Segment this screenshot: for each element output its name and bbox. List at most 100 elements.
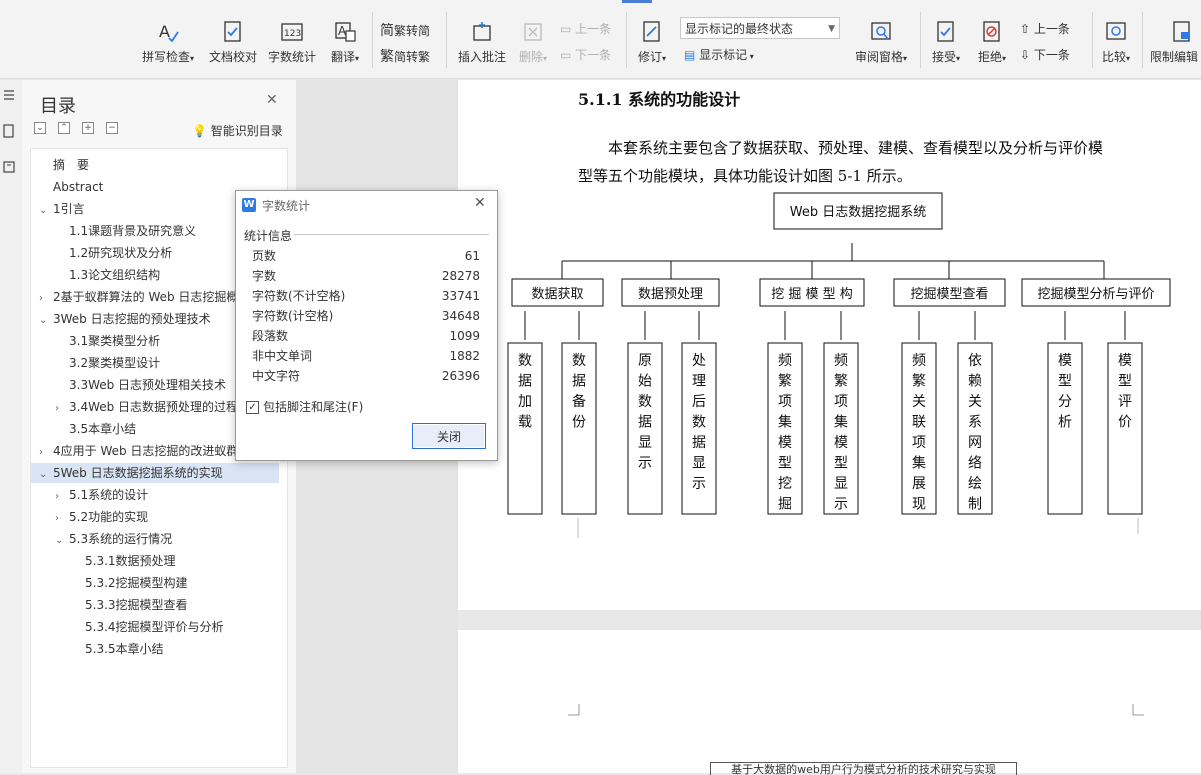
close-button[interactable]: 关闭 (412, 423, 486, 449)
toc-item[interactable]: 5.3.2挖掘模型构建 (71, 573, 279, 593)
restrict-edit-button[interactable]: 限制编辑 (1150, 20, 1201, 65)
toc-item[interactable]: 5.3.4挖掘模型评价与分析 (71, 617, 279, 637)
expand-all-icon[interactable]: ⌃ (58, 122, 70, 134)
prev-change-button[interactable]: ⇧ 上一条 (1020, 20, 1070, 37)
add-heading-icon[interactable]: + (82, 122, 94, 134)
submodule-char: 分 (1058, 394, 1072, 410)
toc-item[interactable]: ⌄ 5Web 日志数据挖掘系统的实现 (31, 463, 279, 483)
spellcheck-icon: A (159, 22, 179, 43)
close-icon[interactable]: ✕ (266, 92, 278, 108)
toc-item[interactable]: 摘 要 (39, 155, 279, 175)
chevron-right-icon[interactable]: › (55, 509, 69, 527)
lock-doc-icon (1173, 21, 1190, 42)
submodule-char: 评 (1118, 394, 1132, 410)
stat-row: 中文字符 26396 (252, 366, 480, 386)
submodule-char: 据 (692, 435, 706, 451)
t2s-icon: 简 (380, 23, 394, 39)
close-icon[interactable]: ✕ (474, 195, 486, 211)
toc-item-label: 5.3系统的运行情况 (69, 532, 173, 546)
compare-button[interactable]: 比较▾ (1098, 20, 1134, 65)
show-markup-button[interactable]: ▤ 显示标记 ▾ (684, 46, 754, 63)
stat-value: 26396 (441, 369, 480, 383)
toc-item[interactable]: ⌄ 5.3系统的运行情况 (55, 529, 279, 549)
toc-item[interactable]: 5.3.3挖掘模型查看 (71, 595, 279, 615)
doc-check-button[interactable]: 文档校对 (207, 20, 259, 65)
insert-comment-button[interactable]: 插入批注 (455, 20, 509, 65)
spellcheck-button[interactable]: A 拼写检查▾ (138, 20, 198, 65)
chevron-down-icon: ▼ (828, 24, 835, 34)
translate-button[interactable]: A 翻译▾ (325, 20, 365, 65)
toc-item-label: 2基于蚁群算法的 Web 日志挖掘概 (53, 290, 239, 304)
toc-item[interactable]: › 5.2功能的实现 (55, 507, 279, 527)
submodule-char: 项 (912, 435, 926, 451)
collapse-all-icon[interactable]: ⌄ (34, 122, 46, 134)
s2t-button[interactable]: 繁简转繁 (380, 46, 430, 66)
stat-label: 字符数(不计空格) (252, 289, 346, 303)
module-label: 数据预处理 (638, 287, 703, 302)
bookmark-icon[interactable] (2, 160, 16, 174)
stat-row: 段落数 1099 (252, 326, 480, 346)
toc-item-label: 5Web 日志数据挖掘系统的实现 (53, 466, 223, 480)
corner-mark (1132, 704, 1144, 716)
submodule-char: 载 (518, 415, 532, 431)
toc-icon[interactable] (2, 88, 16, 102)
delete-comment-button[interactable]: 删除▾ (514, 20, 552, 65)
next-change-button[interactable]: ⇩ 下一条 (1020, 46, 1070, 63)
chevron-right-icon[interactable]: › (55, 399, 69, 417)
svg-text:A: A (159, 22, 170, 41)
submodule-char: 现 (912, 497, 926, 513)
chevron-right-icon[interactable]: › (39, 289, 53, 307)
chevron-down-icon[interactable]: ⌄ (55, 531, 69, 549)
submodule-char: 系 (968, 415, 982, 431)
chevron-right-icon[interactable]: › (55, 487, 69, 505)
t2s-button[interactable]: 简繁转简 (380, 20, 430, 40)
accept-button[interactable]: 接受▾ (928, 20, 964, 65)
word-count-button[interactable]: 123 字数统计 (266, 20, 318, 65)
body-paragraph: 本套系统主要包含了数据获取、预处理、建模、查看模型以及分析与评价模 型等五个功能… (578, 134, 1158, 190)
stat-label: 字数 (252, 269, 277, 283)
prev-comment-button[interactable]: ▭ 上一条 (560, 20, 611, 37)
submodule-char: 集 (912, 455, 926, 472)
submodule-char: 份 (572, 415, 586, 431)
submodule-char: 显 (692, 456, 706, 472)
submodule-char: 据 (518, 374, 532, 390)
chevron-down-icon[interactable]: ⌄ (39, 311, 53, 329)
submodule-char: 项 (834, 394, 848, 410)
stat-row: 页数 61 (252, 246, 480, 266)
reject-icon (983, 21, 1000, 42)
pages-icon[interactable] (2, 124, 16, 138)
root-label: Web 日志数据挖掘系统 (790, 205, 926, 220)
document-page[interactable]: 5.1.1 系统的功能设计 本套系统主要包含了数据获取、预处理、建模、查看模型以… (458, 80, 1201, 610)
markup-state-select[interactable]: 显示标记的最终状态 ▼ (680, 17, 840, 39)
review-pane-button[interactable]: 审阅窗格▾ (850, 20, 912, 65)
submodule-char: 示 (834, 497, 848, 513)
submodule-char: 频 (912, 353, 926, 369)
remove-heading-icon[interactable]: − (106, 122, 118, 134)
toc-item[interactable]: 5.3.1数据预处理 (71, 551, 279, 571)
stat-row: 字符数(计空格) 34648 (252, 306, 480, 326)
next-comment-icon: ▭ (560, 48, 576, 62)
insert-comment-icon (473, 22, 491, 41)
submodule-char: 频 (778, 353, 792, 369)
toc-item[interactable]: › 5.1系统的设计 (55, 485, 279, 505)
submodule-char: 绘 (968, 476, 982, 492)
stat-label: 中文字符 (252, 369, 301, 383)
svg-text:123: 123 (284, 29, 301, 39)
stat-label: 非中文单词 (252, 349, 313, 363)
next-comment-button[interactable]: ▭ 下一条 (560, 46, 611, 63)
chevron-down-icon[interactable]: ⌄ (39, 465, 53, 483)
module-label: 挖 掘 模 型 构 (771, 287, 853, 302)
reject-button[interactable]: 拒绝▾ (974, 20, 1010, 65)
include-footnotes-checkbox[interactable]: ✓ 包括脚注和尾注(F) (246, 398, 363, 415)
toc-item-label: 1引言 (53, 202, 85, 216)
chevron-right-icon[interactable]: › (39, 443, 53, 461)
toc-item-label: 3.4Web 日志数据预处理的过程 (69, 400, 239, 414)
smart-toc-button[interactable]: 💡 智能识别目录 (192, 122, 283, 139)
toc-item[interactable]: 5.3.5本章小结 (71, 639, 279, 659)
submodule-char: 模 (834, 435, 848, 451)
toc-item-label: 3.5本章小结 (69, 422, 137, 436)
chevron-down-icon[interactable]: ⌄ (39, 201, 53, 219)
submodule-char: 示 (638, 456, 652, 472)
revise-button[interactable]: 修订▾ (634, 20, 670, 65)
s2t-icon: 繁 (380, 49, 394, 65)
